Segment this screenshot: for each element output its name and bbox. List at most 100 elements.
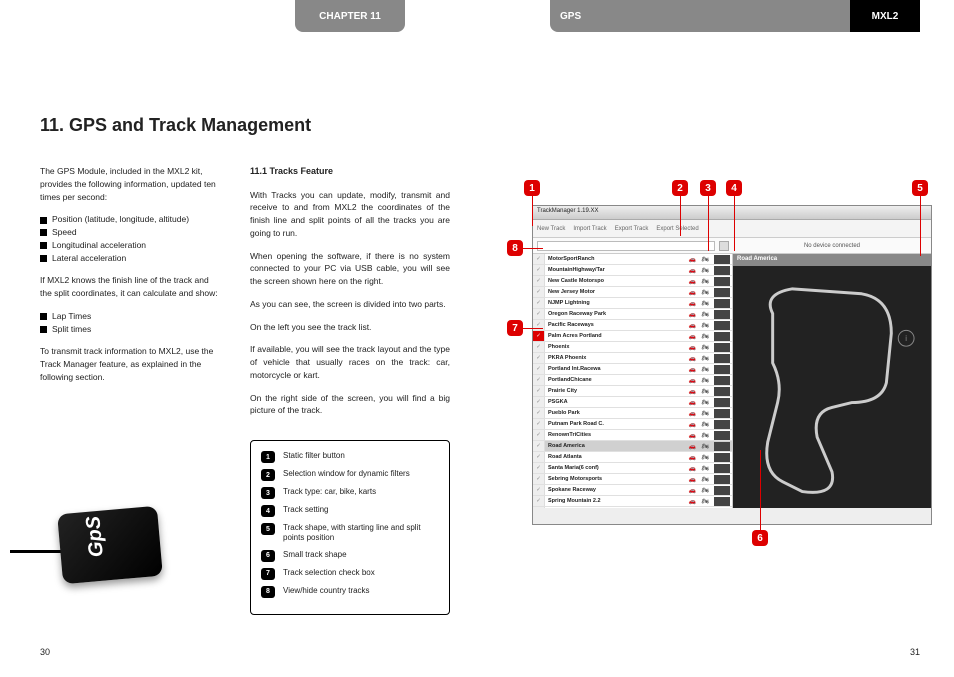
table-row[interactable]: ✓Putnam Park Road C.🚗🏍 <box>533 419 732 430</box>
table-row[interactable]: ✓Spokane Raceway🚗🏍 <box>533 485 732 496</box>
table-row[interactable]: ✓Pueblo Park🚗🏍 <box>533 408 732 419</box>
table-row[interactable]: ✓New Jersey Motor🚗🏍 <box>533 287 732 298</box>
legend-number: 3 <box>261 487 275 499</box>
mid-p2: When opening the software, if there is n… <box>250 250 450 288</box>
track-checkbox[interactable]: ✓ <box>533 496 545 506</box>
subheading: 11.1 Tracks Feature <box>250 165 450 179</box>
table-row[interactable]: ✓Road Atlanta🚗🏍 <box>533 452 732 463</box>
table-row[interactable]: ✓NJMP Lightning🚗🏍 <box>533 298 732 309</box>
small-track-shape <box>714 277 730 286</box>
track-checkbox[interactable]: ✓ <box>533 331 545 341</box>
table-row[interactable]: ✓PKRA Phoenix🚗🏍 <box>533 353 732 364</box>
track-checkbox[interactable]: ✓ <box>533 507 545 508</box>
table-row[interactable]: ✓ Spring Mountain 2.2🚗🏍 <box>533 496 732 507</box>
track-checkbox[interactable]: ✓ <box>533 441 545 451</box>
track-name: Phoenix <box>545 344 686 350</box>
track-list[interactable]: ✓MotorSportRanch🚗🏍✓MountainHighway/Tar🚗🏍… <box>533 254 733 508</box>
bike-icon: 🏍 <box>702 366 710 373</box>
track-checkbox[interactable]: ✓ <box>533 474 545 484</box>
track-type-icons: 🚗🏍 <box>686 267 712 274</box>
car-icon: 🚗 <box>689 487 696 494</box>
legend-number: 4 <box>261 505 275 517</box>
table-row[interactable]: ✓RenownTriCities🚗🏍 <box>533 430 732 441</box>
car-icon: 🚗 <box>689 454 696 461</box>
car-icon: 🚗 <box>689 322 696 329</box>
para-transmit: To transmit track information to MXL2, u… <box>40 345 220 383</box>
track-shape: i <box>743 274 921 511</box>
small-track-shape <box>714 255 730 264</box>
legend-row: 2Selection window for dynamic filters <box>261 469 439 481</box>
table-row[interactable]: ✓Sebring Motorsports🚗🏍 <box>533 474 732 485</box>
car-icon: 🚗 <box>689 399 696 406</box>
track-checkbox[interactable]: ✓ <box>533 419 545 429</box>
track-name: Santa Maria(6 conf) <box>545 465 686 471</box>
toolbar-btn[interactable]: Import Track <box>573 226 606 232</box>
track-name: Spring Mountain 2.2 <box>545 498 686 504</box>
track-type-icons: 🚗🏍 <box>686 289 712 296</box>
toolbar-btn[interactable]: New Track <box>537 226 565 232</box>
track-type-icons: 🚗🏍 <box>686 498 712 505</box>
callout-line <box>680 196 681 236</box>
callout-line <box>734 196 735 251</box>
table-row[interactable]: ✓Pacific Raceways🚗🏍 <box>533 320 732 331</box>
track-checkbox[interactable]: ✓ <box>533 353 545 363</box>
table-row[interactable]: ✓MountainHighway/Tar🚗🏍 <box>533 265 732 276</box>
legend-text: View/hide country tracks <box>283 586 370 596</box>
table-row[interactable]: ✓Santa Maria(6 conf)🚗🏍 <box>533 463 732 474</box>
track-checkbox[interactable]: ✓ <box>533 463 545 473</box>
table-row[interactable]: ✓PSGKA🚗🏍 <box>533 397 732 408</box>
track-name: PSGKA <box>545 399 686 405</box>
app-filterbar <box>533 238 733 254</box>
track-checkbox[interactable]: ✓ <box>533 386 545 396</box>
car-icon: 🚗 <box>689 267 696 274</box>
callout-2: 2 <box>672 180 688 196</box>
mid-p3: As you can see, the screen is divided in… <box>250 298 450 311</box>
track-checkbox[interactable]: ✓ <box>533 265 545 275</box>
table-row[interactable]: ✓Prairie City🚗🏍 <box>533 386 732 397</box>
search-icon[interactable] <box>719 241 729 251</box>
track-checkbox[interactable]: ✓ <box>533 452 545 462</box>
callout-line <box>708 196 709 251</box>
track-checkbox[interactable]: ✓ <box>533 408 545 418</box>
list-item: Speed <box>40 226 220 239</box>
track-type-icons: 🚗🏍 <box>686 388 712 395</box>
legend-row: 7Track selection check box <box>261 568 439 580</box>
table-row[interactable]: ✓New Castle Motorspo🚗🏍 <box>533 276 732 287</box>
table-row[interactable]: ✓Portland Int.Racewa🚗🏍 <box>533 364 732 375</box>
track-checkbox[interactable]: ✓ <box>533 364 545 374</box>
table-row[interactable]: ✓Road America🚗🏍 <box>533 441 732 452</box>
small-track-shape <box>714 310 730 319</box>
track-checkbox[interactable]: ✓ <box>533 342 545 352</box>
table-row[interactable]: ✓Phoenix🚗🏍 <box>533 342 732 353</box>
bike-icon: 🏍 <box>702 498 710 505</box>
track-checkbox[interactable]: ✓ <box>533 276 545 286</box>
track-name: RenownTriCities <box>545 432 686 438</box>
track-name: Prairie City <box>545 388 686 394</box>
table-row[interactable]: ✓Palm Acres Portland🚗🏍 <box>533 331 732 342</box>
table-row[interactable]: ✓Oregon Raceway Park🚗🏍 <box>533 309 732 320</box>
filter-input[interactable] <box>537 241 715 251</box>
track-checkbox[interactable]: ✓ <box>533 287 545 297</box>
bike-icon: 🏍 <box>702 333 710 340</box>
small-track-shape <box>714 431 730 440</box>
track-checkbox[interactable]: ✓ <box>533 298 545 308</box>
small-track-shape <box>714 475 730 484</box>
list-item: Longitudinal acceleration <box>40 239 220 252</box>
track-type-icons: 🚗🏍 <box>686 487 712 494</box>
track-checkbox[interactable]: ✓ <box>533 397 545 407</box>
track-checkbox[interactable]: ✓ <box>533 485 545 495</box>
legend-row: 3Track type: car, bike, karts <box>261 487 439 499</box>
track-checkbox[interactable]: ✓ <box>533 430 545 440</box>
callout-line <box>760 450 761 530</box>
table-row[interactable]: ✓Streets of Willow🚗🏍 <box>533 507 732 508</box>
track-checkbox[interactable]: ✓ <box>533 254 545 264</box>
toolbar-btn[interactable]: Export Selected <box>656 226 698 232</box>
table-row[interactable]: ✓PortlandChicane🚗🏍 <box>533 375 732 386</box>
toolbar-btn[interactable]: Export Track <box>615 226 649 232</box>
legend-row: 8View/hide country tracks <box>261 586 439 598</box>
device-status: No device connected <box>733 238 931 254</box>
track-checkbox[interactable]: ✓ <box>533 375 545 385</box>
table-row[interactable]: ✓MotorSportRanch🚗🏍 <box>533 254 732 265</box>
track-checkbox[interactable]: ✓ <box>533 309 545 319</box>
legend-number: 7 <box>261 568 275 580</box>
